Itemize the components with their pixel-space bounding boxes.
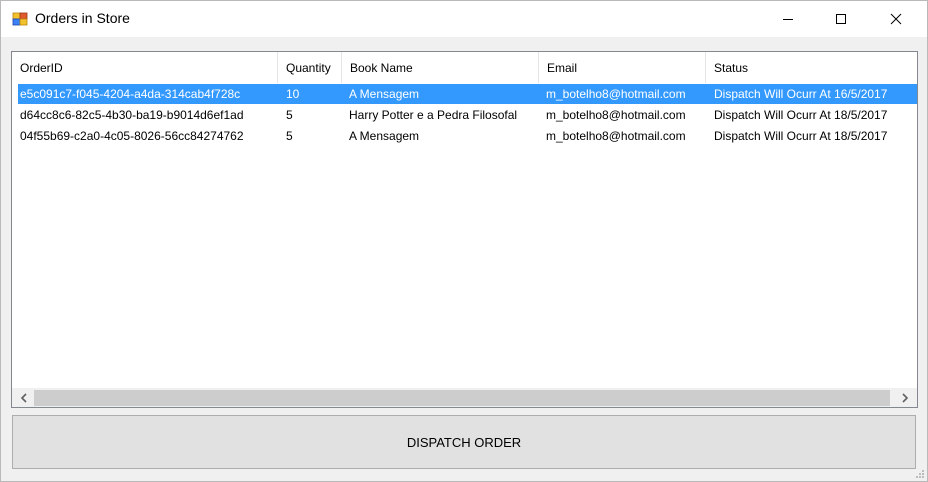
column-header-email[interactable]: Email (539, 52, 706, 83)
scroll-left-button[interactable] (14, 388, 33, 407)
minimize-icon (783, 19, 793, 20)
scroll-thumb[interactable] (34, 390, 890, 406)
maximize-button[interactable] (818, 1, 864, 37)
app-icon (12, 11, 28, 27)
table-row[interactable]: d64cc8c6-82c5-4b30-ba19-b9014d6ef1ad 5 H… (18, 105, 917, 125)
orders-list-view[interactable]: OrderID Quantity Book Name Email Status … (11, 51, 918, 408)
minimize-button[interactable] (765, 1, 811, 37)
book-name-cell: Harry Potter e a Pedra Filosofal (349, 108, 518, 122)
window-title: Orders in Store (35, 10, 130, 26)
email-cell: m_botelho8@hotmail.com (546, 129, 686, 143)
chevron-left-icon (20, 392, 27, 403)
scroll-right-button[interactable] (895, 388, 914, 407)
order-id-cell: d64cc8c6-82c5-4b30-ba19-b9014d6ef1ad (20, 108, 244, 122)
table-row[interactable]: 04f55b69-c2a0-4c05-8026-56cc84274762 5 A… (18, 126, 917, 146)
list-header: OrderID Quantity Book Name Email Status (12, 52, 917, 83)
quantity-cell: 5 (286, 108, 293, 122)
order-id-cell: 04f55b69-c2a0-4c05-8026-56cc84274762 (20, 129, 244, 143)
column-header-book-name[interactable]: Book Name (342, 52, 539, 83)
orders-window: Orders in Store OrderID Quantity Book Na… (0, 0, 928, 482)
dispatch-order-button[interactable]: DISPATCH ORDER (12, 415, 916, 469)
close-icon (890, 13, 902, 25)
quantity-cell: 10 (286, 87, 300, 101)
maximize-icon (836, 14, 846, 24)
table-row[interactable]: e5c091c7-f045-4204-a4da-314cab4f728c 10 … (18, 84, 917, 104)
book-name-cell: A Mensagem (349, 129, 420, 143)
status-cell: Dispatch Will Ocurr At 18/5/2017 (714, 108, 888, 122)
column-header-status[interactable]: Status (706, 52, 917, 83)
quantity-cell: 5 (286, 129, 293, 143)
status-cell: Dispatch Will Ocurr At 18/5/2017 (714, 129, 888, 143)
email-cell: m_botelho8@hotmail.com (546, 108, 686, 122)
horizontal-scrollbar[interactable] (12, 388, 917, 407)
book-name-cell: A Mensagem (349, 87, 420, 101)
email-cell: m_botelho8@hotmail.com (546, 87, 686, 101)
chevron-right-icon (901, 392, 908, 403)
resize-grip-icon[interactable] (915, 469, 925, 479)
title-bar[interactable]: Orders in Store (1, 1, 927, 37)
column-header-quantity[interactable]: Quantity (278, 52, 342, 83)
close-button[interactable] (873, 1, 919, 37)
status-cell: Dispatch Will Ocurr At 16/5/2017 (714, 87, 888, 101)
order-id-cell: e5c091c7-f045-4204-a4da-314cab4f728c (20, 87, 241, 101)
column-header-orderid[interactable]: OrderID (12, 52, 278, 83)
